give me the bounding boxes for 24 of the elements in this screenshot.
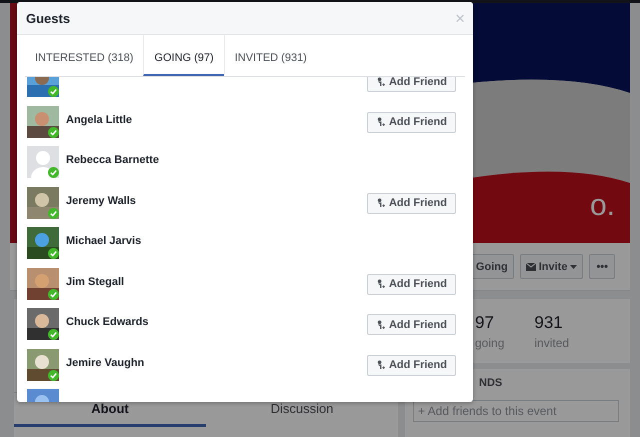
stat-value: 97 — [475, 312, 495, 332]
guest-name[interactable]: Jemire Vaughn — [66, 356, 367, 368]
add-person-icon — [376, 279, 385, 289]
invite-button[interactable]: Invite — [520, 254, 584, 279]
envelope-icon — [526, 262, 536, 270]
more-button[interactable]: ••• — [589, 254, 615, 279]
add-friend-button[interactable]: Add Friend — [366, 354, 456, 376]
add-friend-button[interactable]: Add Friend — [366, 314, 456, 335]
check-badge-icon — [48, 370, 59, 380]
add-friends-field[interactable]: + Add friends to this event — [413, 400, 619, 422]
add-friend-button[interactable]: Add Friend — [366, 274, 456, 294]
stat-label: going — [475, 336, 504, 350]
add-person-icon — [376, 360, 385, 370]
caret-icon — [570, 264, 578, 268]
guest-name[interactable]: Jim Stegall — [66, 276, 367, 288]
add-person-icon — [376, 320, 385, 330]
check-badge-icon — [48, 329, 59, 340]
stat-value: 931 — [534, 312, 564, 332]
guest-name[interactable]: Chuck Edwards — [66, 316, 367, 328]
check-badge-icon — [48, 248, 59, 259]
check-badge-icon — [48, 288, 59, 300]
page-tab[interactable]: Discussion — [206, 393, 398, 427]
stat-label: invited — [534, 336, 570, 350]
friends-header: NDS — [478, 377, 504, 391]
